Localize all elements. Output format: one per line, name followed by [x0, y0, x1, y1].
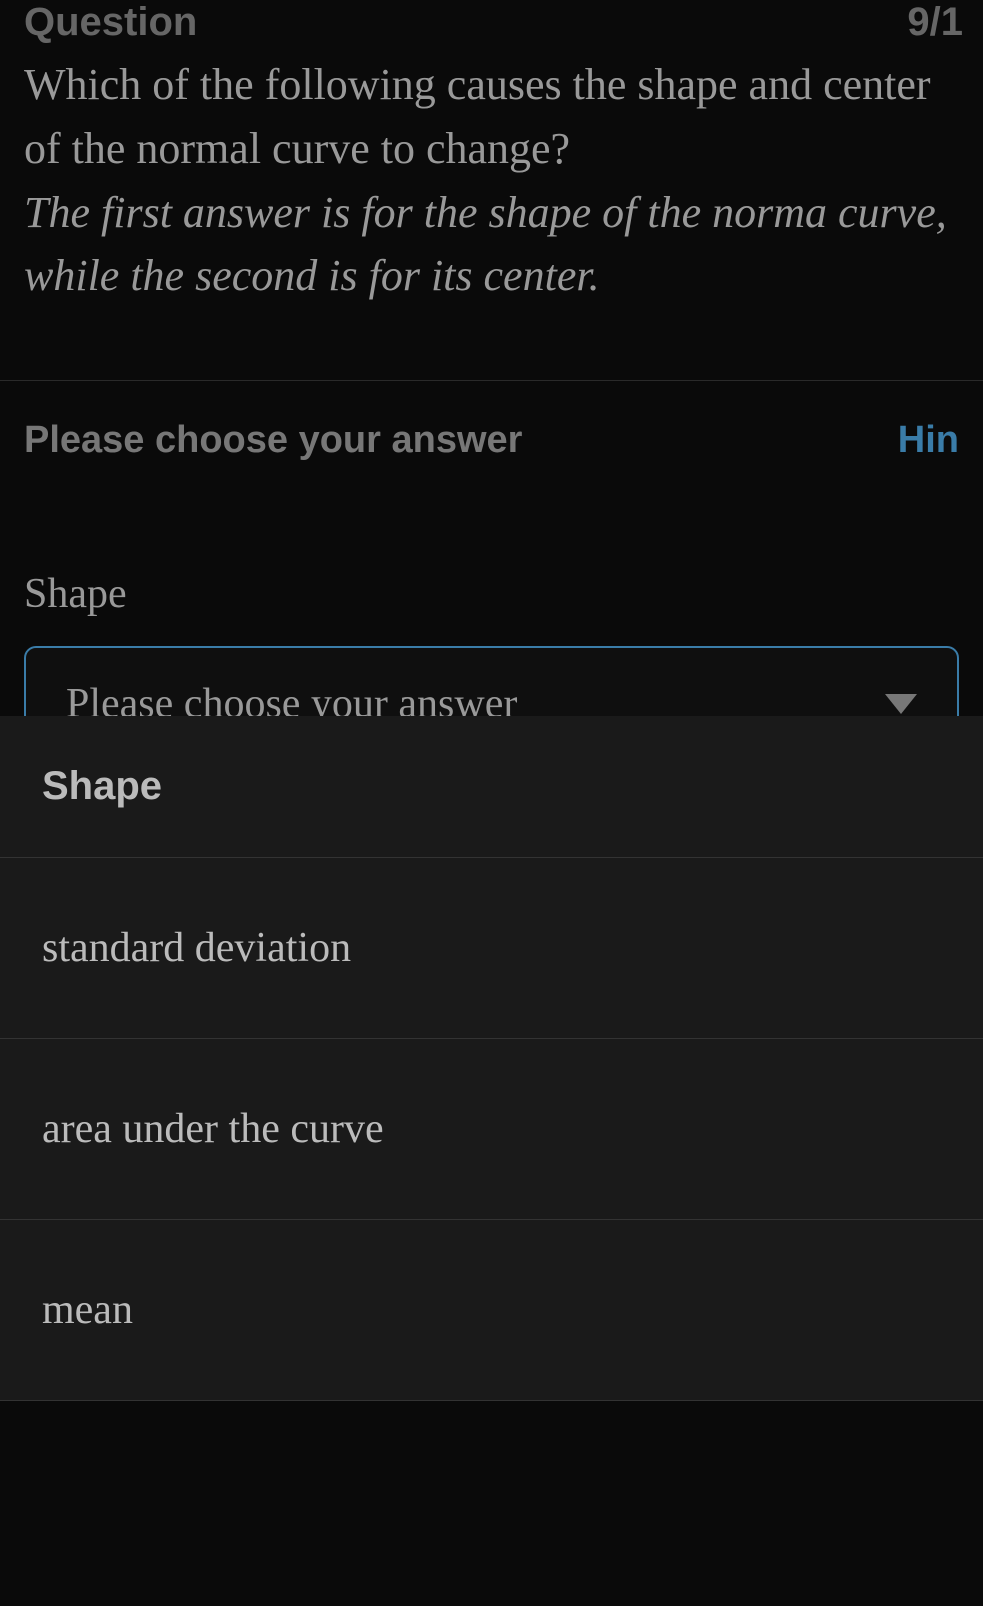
shape-field-label: Shape — [24, 570, 959, 618]
question-header: Question 9/1 Which of the following caus… — [0, 0, 983, 308]
answer-prompt-row: Please choose your answer Hin — [24, 419, 959, 462]
question-label: Question — [24, 0, 959, 45]
dropdown-options-panel: Shape standard deviation area under the … — [0, 716, 983, 1401]
option-text: standard deviation — [42, 925, 351, 971]
option-standard-deviation[interactable]: standard deviation — [0, 858, 983, 1039]
answer-prompt: Please choose your answer — [24, 419, 522, 462]
option-text: area under the curve — [42, 1106, 384, 1152]
option-text: mean — [42, 1287, 133, 1333]
question-hint: The first answer is for the shape of the… — [24, 181, 959, 309]
answer-section: Please choose your answer Hin Shape Plea… — [0, 381, 983, 762]
chevron-down-icon — [885, 694, 917, 714]
option-area-under-curve[interactable]: area under the curve — [0, 1039, 983, 1220]
question-counter: 9/1 — [907, 0, 963, 45]
options-header-label: Shape — [42, 764, 162, 808]
options-header: Shape — [0, 716, 983, 858]
option-mean[interactable]: mean — [0, 1220, 983, 1401]
question-text: Which of the following causes the shape … — [24, 53, 959, 181]
hint-link[interactable]: Hin — [898, 419, 959, 462]
